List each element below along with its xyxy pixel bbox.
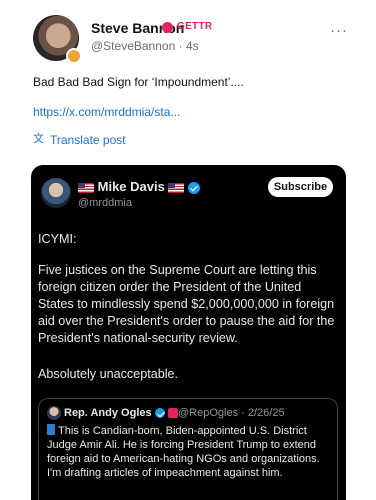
quote-author-name[interactable]: Rep. Andy Ogles <box>64 407 152 419</box>
avatar-badge-icon <box>66 48 82 64</box>
more-options-icon[interactable]: ··· <box>330 22 348 39</box>
embed-author-name[interactable]: Mike Davis <box>98 179 165 194</box>
post-time: 4s <box>185 39 199 53</box>
platform-badge: GETTR <box>177 21 213 32</box>
embed-paragraph-3: Absolutely unacceptable. <box>38 367 179 381</box>
quote-text: This is Candian-born, Biden-appointed U.… <box>47 425 320 479</box>
embed-paragraph-1: ICYMI: <box>38 232 77 246</box>
book-emoji-icon <box>47 424 55 435</box>
embed-author-name-row[interactable]: Mike Davis <box>78 179 201 194</box>
quote-author-row[interactable]: Rep. Andy Ogles <box>64 407 178 419</box>
embed-paragraph-2: Five justices on the Supreme Court are l… <box>38 263 335 345</box>
quote-text-block: This is Candian-born, Biden-appointed U.… <box>47 424 332 480</box>
quote-date: 2/26/25 <box>247 407 285 419</box>
post-text: Bad Bad Bad Sign for ‘Impoundment’.... <box>33 75 244 89</box>
quote-author-handle[interactable]: @RepOgles <box>178 407 238 419</box>
translate-icon[interactable]: 文 <box>33 133 45 145</box>
verified-check-icon <box>188 181 201 194</box>
us-flag-icon <box>168 182 185 193</box>
post-link[interactable]: https://x.com/mrddmia/sta... <box>33 105 180 119</box>
author-handle-time[interactable]: @SteveBannon · 4s <box>91 39 199 53</box>
quote-author-avatar[interactable] <box>47 406 61 420</box>
verified-icon <box>162 22 173 33</box>
affiliation-badge-icon <box>167 408 178 419</box>
embed-author-handle[interactable]: @mrddmia <box>78 197 132 209</box>
embed-author-avatar[interactable] <box>41 178 71 208</box>
author-handle[interactable]: @SteveBannon <box>91 39 175 53</box>
separator-dot: · <box>178 39 186 53</box>
us-flag-icon <box>78 182 94 193</box>
verified-check-icon <box>154 408 165 419</box>
quote-handle-date[interactable]: @RepOgles · 2/26/25 <box>178 407 285 419</box>
subscribe-button[interactable]: Subscribe <box>268 177 333 197</box>
translate-link[interactable]: Translate post <box>50 133 126 147</box>
